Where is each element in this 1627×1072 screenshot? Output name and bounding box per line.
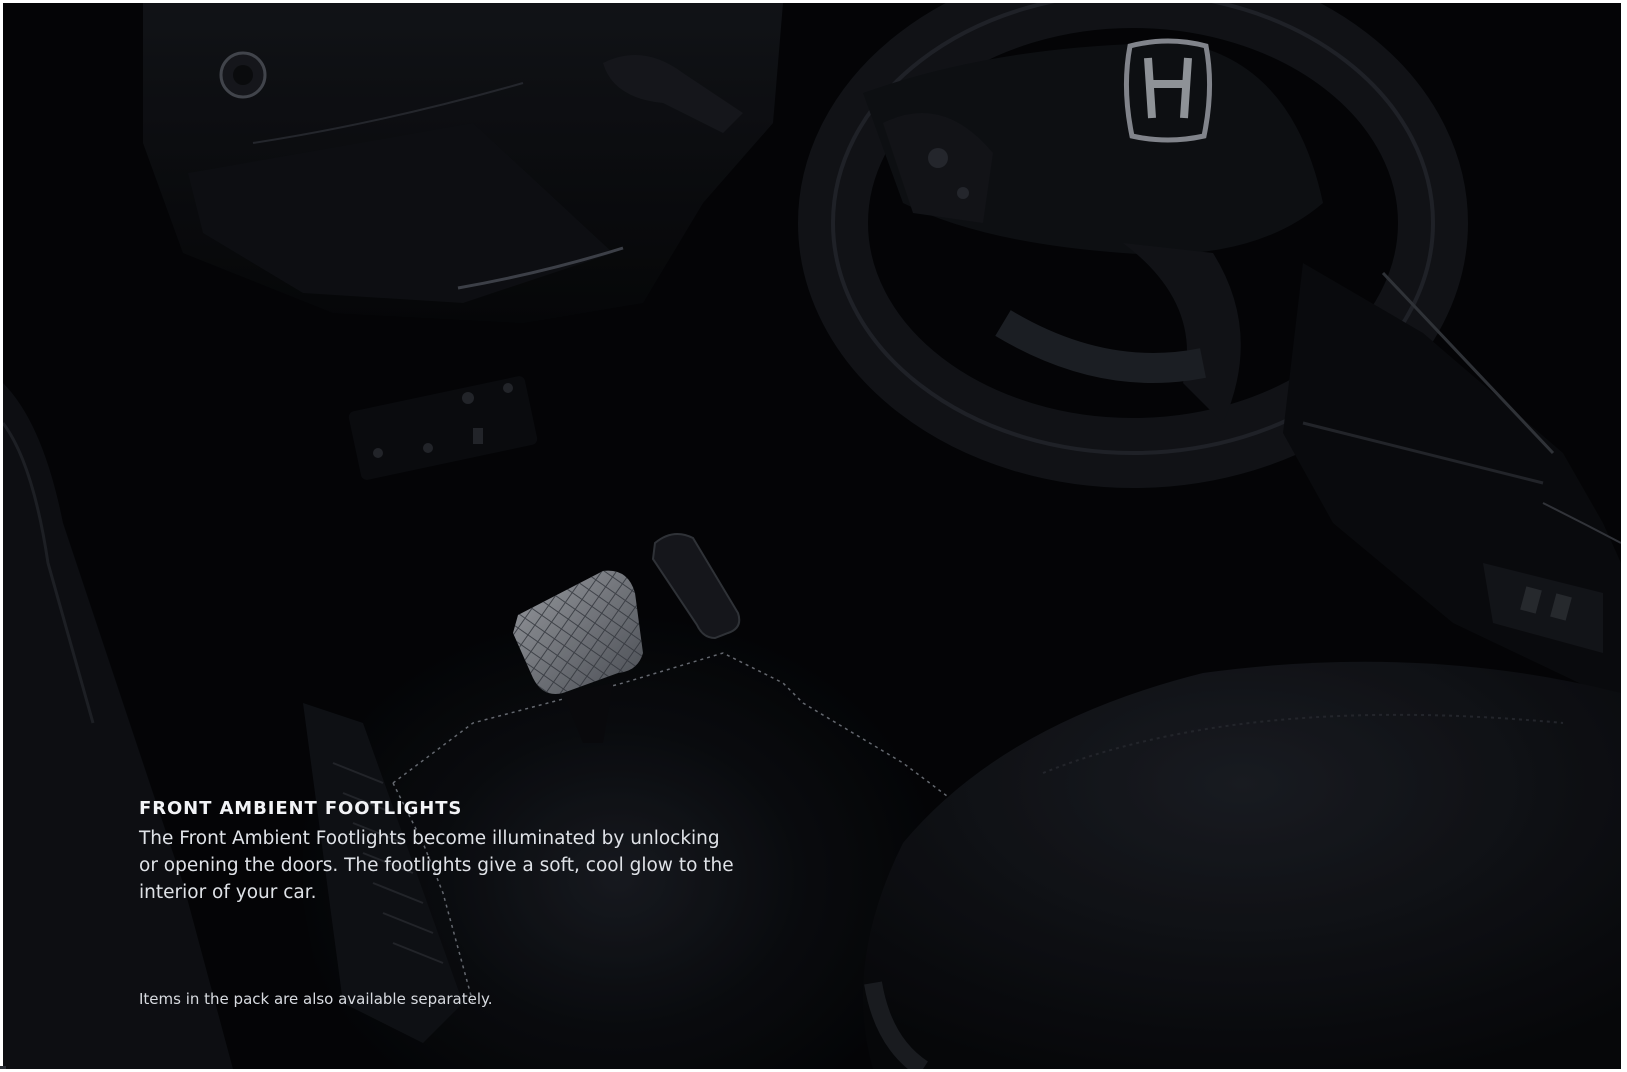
feature-body-line: The Front Ambient Footlights become illu… — [139, 828, 720, 849]
feature-body-line: interior of your car. — [139, 882, 317, 903]
feature-body-line: or opening the doors. The footlights giv… — [139, 855, 734, 876]
car-interior-photo — [3, 3, 1621, 1069]
feature-heading: FRONT AMBIENT FOOTLIGHTS — [139, 798, 463, 819]
feature-body: The Front Ambient Footlights become illu… — [139, 825, 759, 906]
feature-description: FRONT AMBIENT FOOTLIGHTS The Front Ambie… — [139, 798, 779, 906]
availability-footnote: Items in the pack are also available sep… — [139, 990, 493, 1008]
page-edge-mark — [0, 1066, 6, 1069]
brochure-page: FRONT AMBIENT FOOTLIGHTS The Front Ambie… — [3, 3, 1621, 1069]
